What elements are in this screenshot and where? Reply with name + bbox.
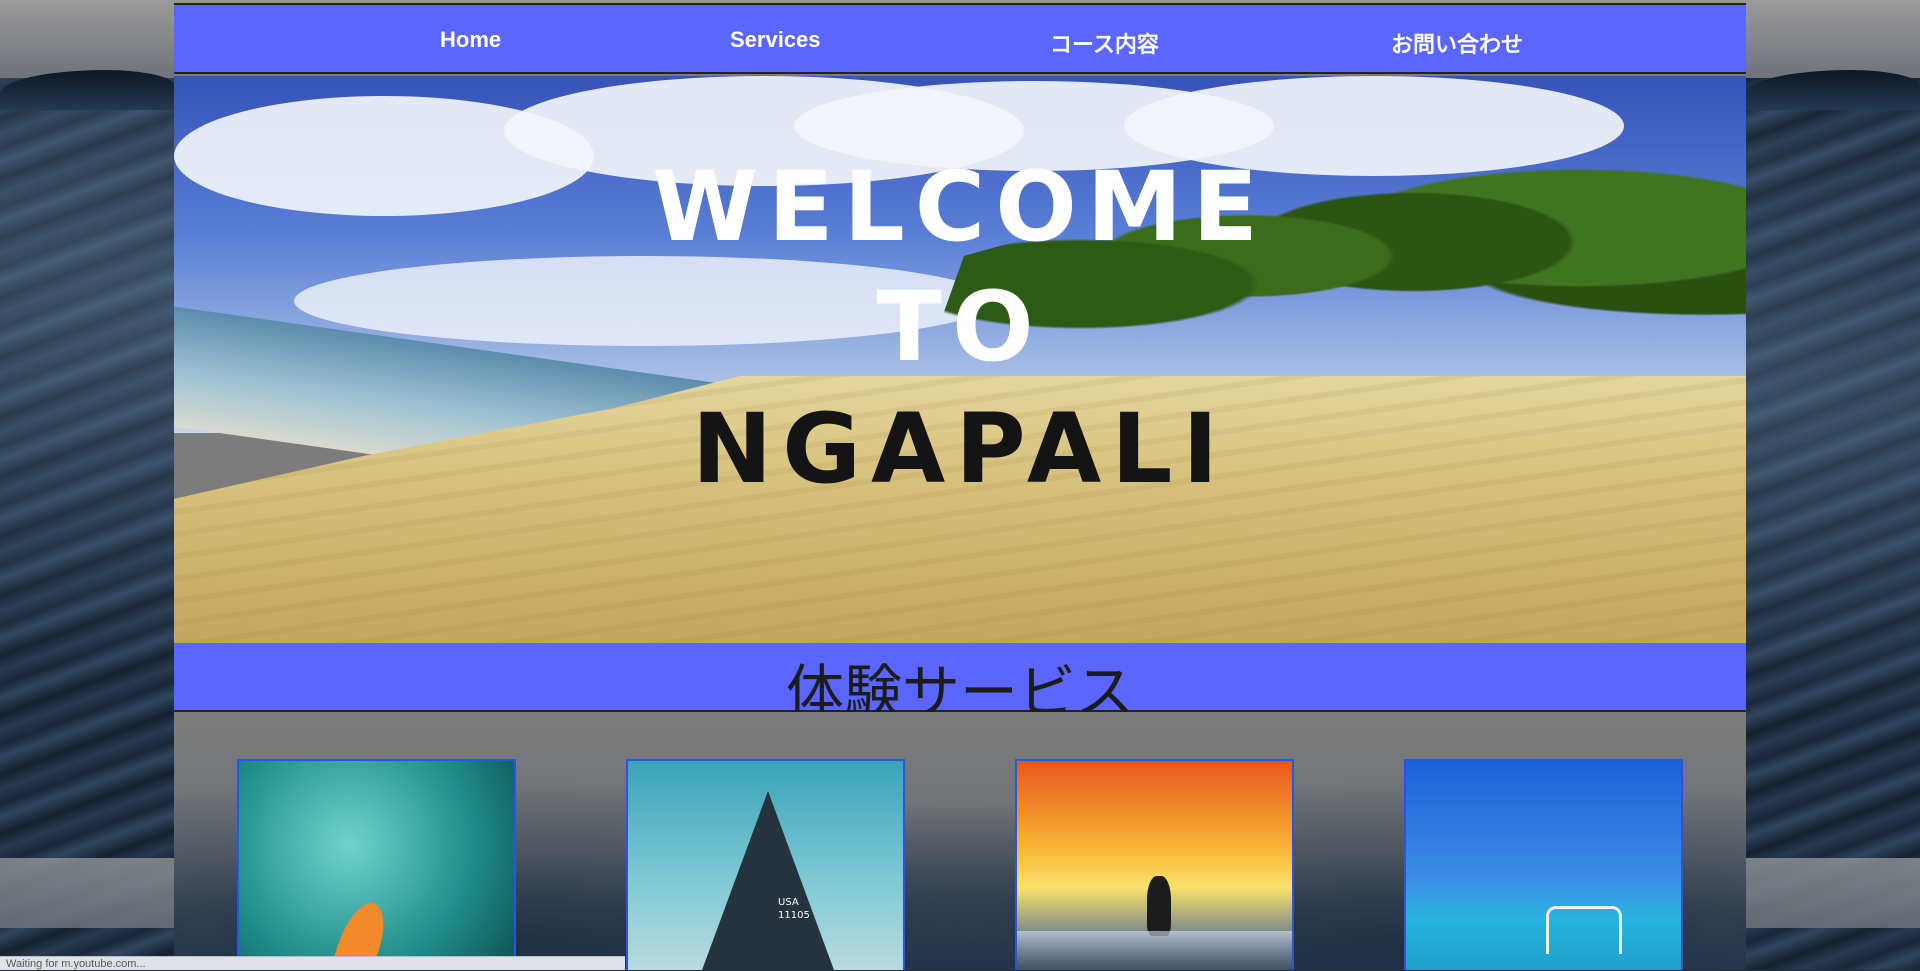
boat-photo [1546, 906, 1622, 954]
nav-course-link[interactable]: コース内容 [1050, 27, 1159, 59]
nav-services-link[interactable]: Services [730, 27, 821, 53]
service-card-sailing[interactable]: USA 11105 [626, 759, 905, 970]
sail-number-text: USA 11105 [778, 897, 810, 921]
browser-status-bar: Waiting for m.youtube.com... [0, 956, 625, 970]
service-card-kayak[interactable] [237, 759, 516, 970]
surfer-photo [1147, 876, 1171, 936]
sailboat-photo [698, 791, 838, 970]
page-container: Home Services コース内容 お問い合わせ WELCOME TO NG… [174, 3, 1746, 970]
nav-contact-link[interactable]: お問い合わせ [1391, 27, 1523, 59]
service-card-surfing[interactable] [1015, 759, 1294, 970]
nav-home-link[interactable]: Home [440, 27, 501, 53]
hero-banner: WELCOME TO NGAPALI [174, 76, 1746, 645]
hero-title-line1: WELCOME [652, 151, 1268, 263]
section-header: 体験サービス [174, 643, 1746, 726]
hero-title-line2: TO [876, 271, 1044, 383]
hero-title-line3: NGAPALI [691, 393, 1229, 505]
service-card-boat[interactable] [1404, 759, 1683, 970]
wave-spray [1017, 931, 1292, 970]
main-nav: Home Services コース内容 お問い合わせ [174, 3, 1746, 74]
